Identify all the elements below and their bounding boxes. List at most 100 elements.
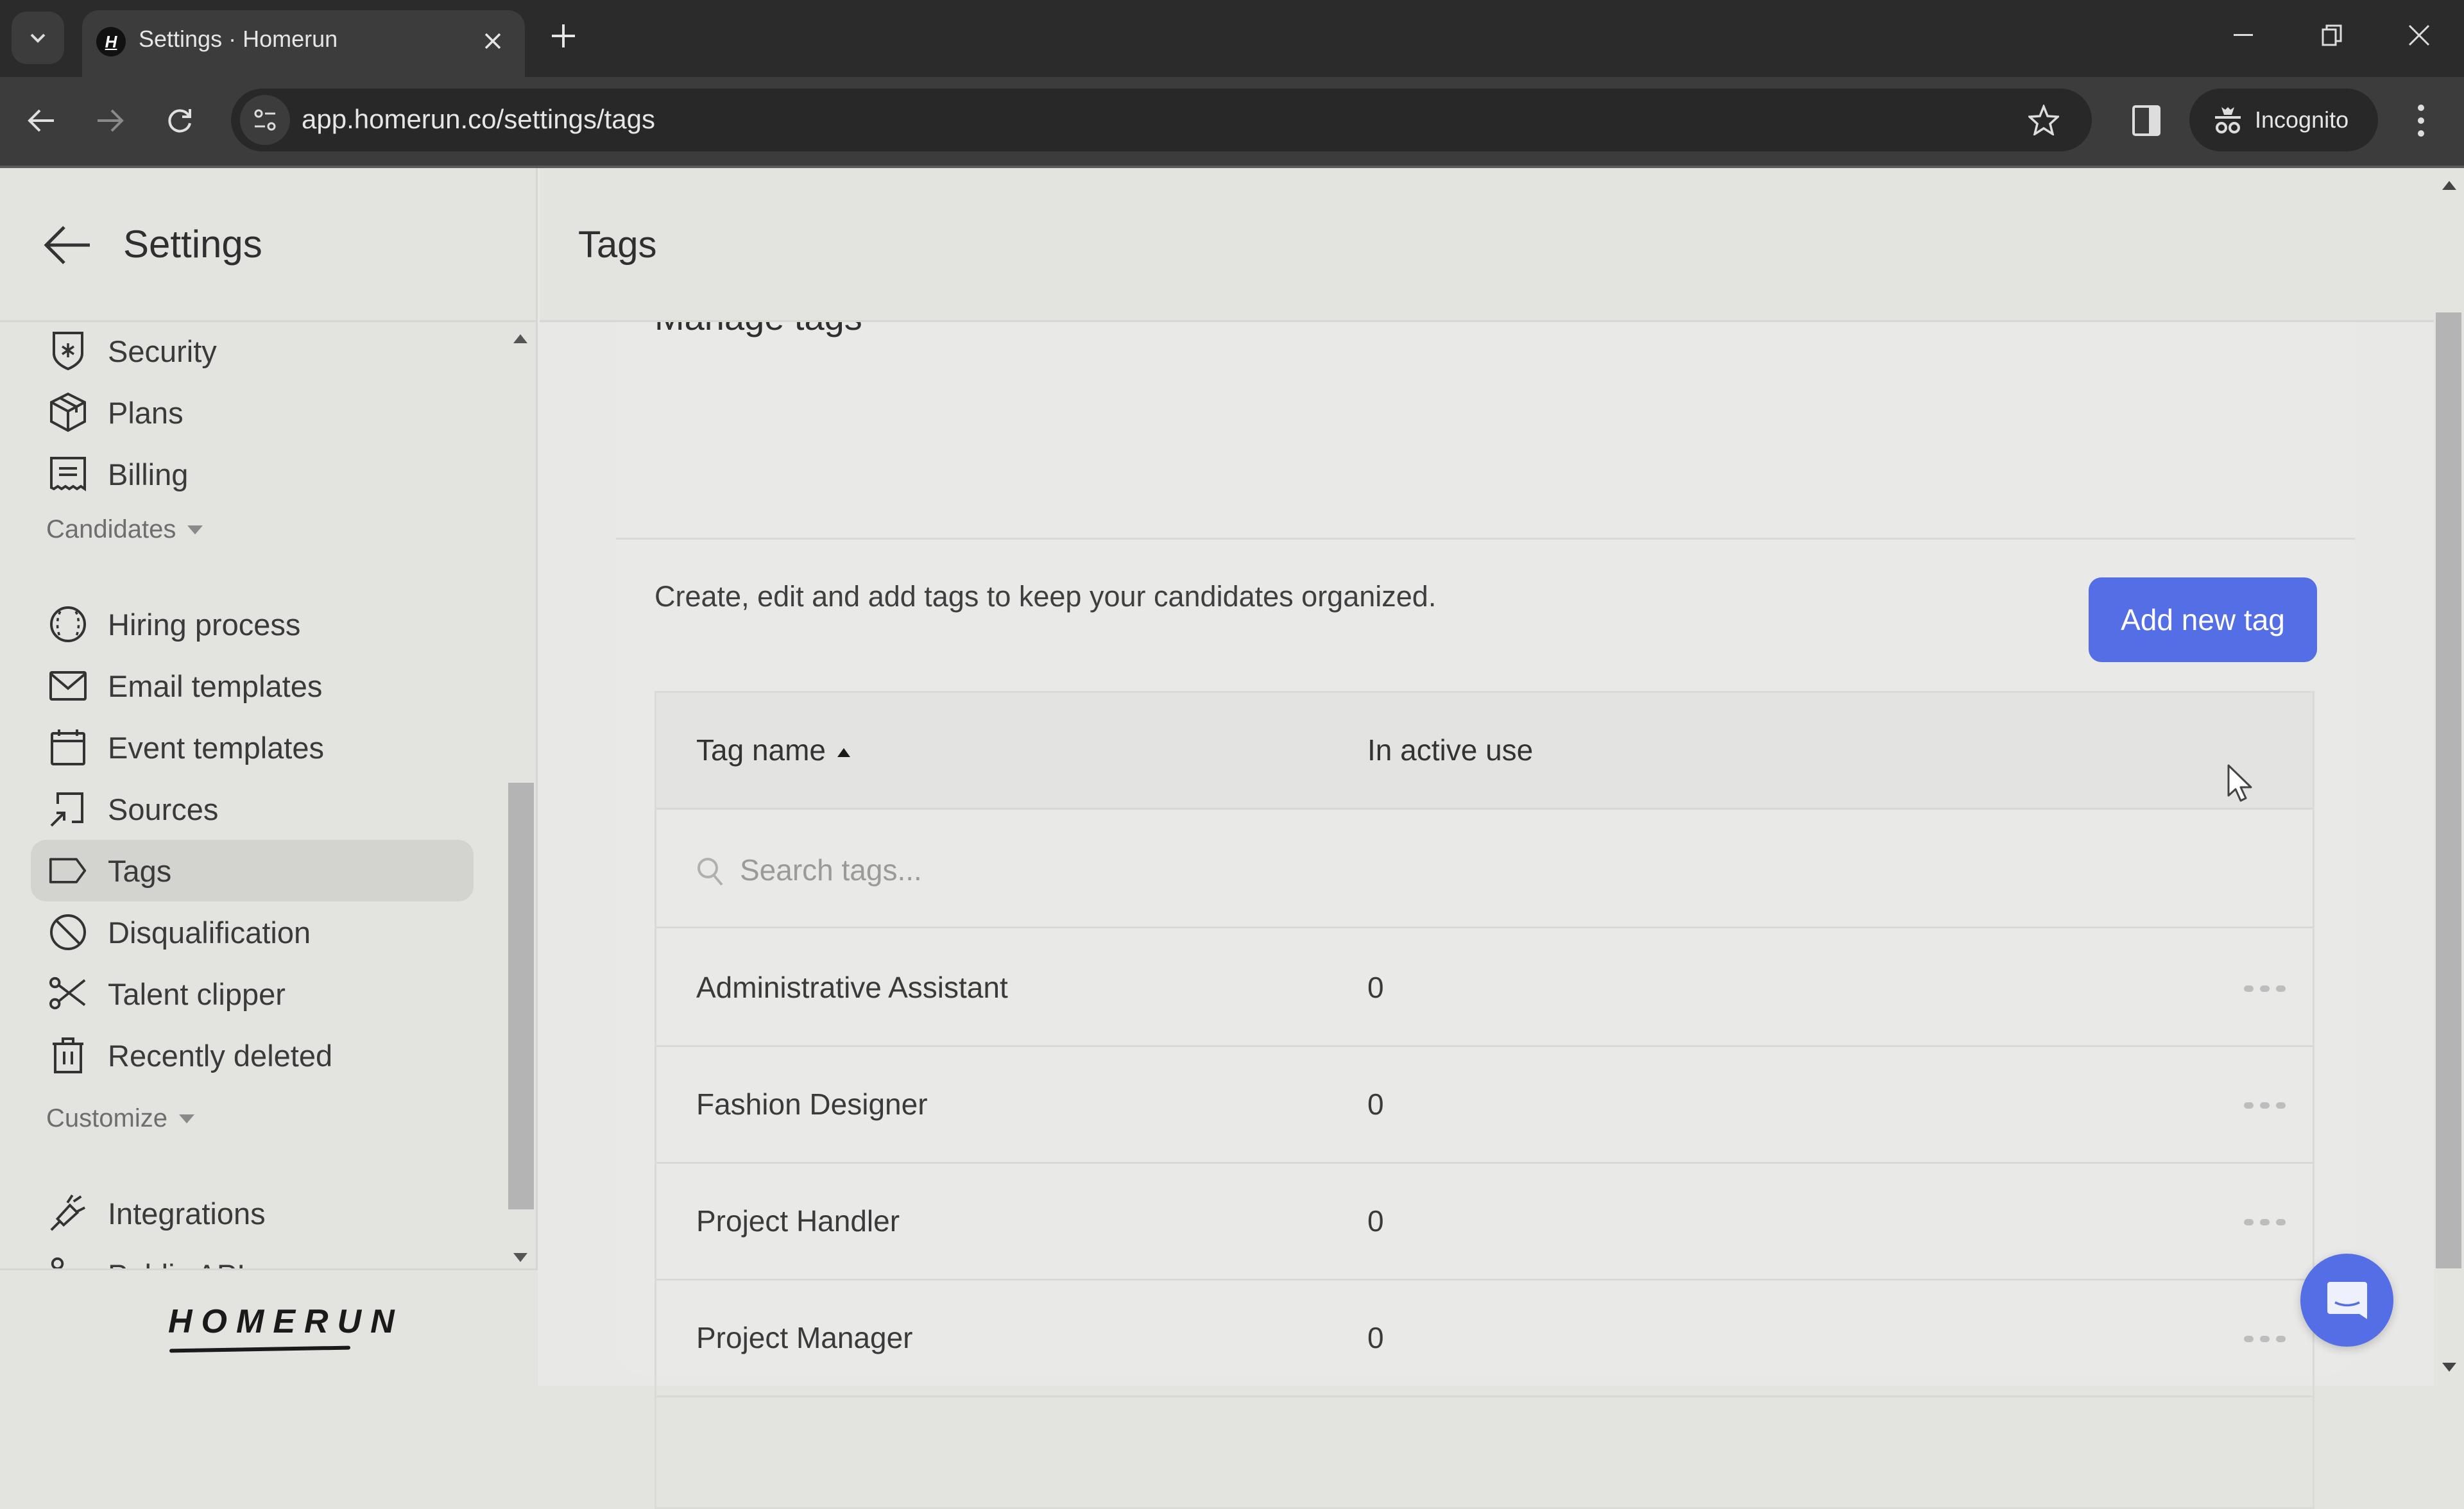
browser-menu-button[interactable]	[2399, 96, 2443, 145]
ban-icon	[49, 913, 87, 951]
more-dots-icon	[2260, 985, 2270, 992]
browser-tab[interactable]: H Settings · Homerun	[82, 10, 525, 77]
sidebar-section-candidates[interactable]: Candidates	[46, 515, 203, 544]
mouse-cursor-icon	[2227, 764, 2252, 802]
sidebar-item-sources[interactable]: Sources	[31, 778, 474, 840]
incognito-label: Incognito	[2255, 107, 2349, 133]
sidebar-section-customize[interactable]: Customize	[46, 1104, 194, 1133]
sidebar-item-plans[interactable]: Plans	[31, 382, 474, 443]
sidebar-item-hiring-process[interactable]: Hiring process	[31, 593, 474, 655]
tab-list-button[interactable]	[12, 12, 64, 64]
sidebar-item-billing[interactable]: Billing	[31, 443, 474, 505]
close-window-icon	[2408, 24, 2430, 46]
sidebar-item-label: Tags	[108, 853, 172, 888]
sidebar-item-talent-clipper[interactable]: Talent clipper	[31, 963, 474, 1025]
more-dots-icon	[2260, 1219, 2270, 1225]
dot	[2418, 117, 2424, 124]
plus-icon	[552, 24, 575, 47]
scissors-icon	[49, 975, 87, 1013]
dot	[2418, 130, 2424, 137]
search-tags-input[interactable]	[740, 848, 1702, 892]
table-row[interactable]: Project Manager 0	[656, 1281, 2313, 1397]
sidebar-item-security[interactable]: Security	[31, 324, 474, 382]
sidebar-item-label: Integrations	[108, 1196, 266, 1231]
trash-icon	[49, 1036, 87, 1075]
tag-name: Administrative Assistant	[696, 971, 1008, 1004]
page-title: Tags	[578, 224, 657, 266]
sidebar-item-label: Security	[108, 334, 217, 368]
scroll-down-arrow-icon[interactable]	[513, 1253, 527, 1262]
forward-button[interactable]	[85, 95, 136, 146]
more-dots-icon	[2260, 1102, 2270, 1109]
sidebar-item-recently-deleted[interactable]: Recently deleted	[31, 1025, 474, 1086]
sidebar-item-label: Event templates	[108, 730, 325, 765]
sidebar-header: Settings	[0, 168, 538, 322]
sidebar-scrollbar-thumb[interactable]	[508, 783, 534, 1209]
site-info-button[interactable]	[240, 95, 290, 145]
section-label: Candidates	[46, 515, 176, 543]
table-row[interactable]: Administrative Assistant 0	[656, 930, 2313, 1047]
more-dots-icon	[2276, 985, 2286, 992]
page-scrollbar[interactable]	[2434, 168, 2464, 1386]
side-panel-icon	[2132, 105, 2160, 136]
calendar-icon	[49, 728, 87, 767]
sidebar-item-label: Disqualification	[108, 915, 311, 950]
homerun-favicon-icon: H	[96, 27, 126, 56]
new-tab-button[interactable]	[544, 17, 583, 55]
more-dots-icon	[2244, 1336, 2254, 1342]
back-to-app-button[interactable]	[42, 219, 94, 271]
sidebar-item-label: Billing	[108, 457, 189, 491]
back-button[interactable]	[15, 95, 67, 146]
chat-support-button[interactable]	[2300, 1254, 2393, 1347]
star-icon	[2028, 105, 2059, 135]
row-actions-button[interactable]	[2244, 1213, 2286, 1232]
row-actions-button[interactable]	[2244, 979, 2286, 998]
tag-icon	[49, 851, 87, 890]
column-header-tag-name[interactable]: Tag name	[696, 733, 851, 767]
url-text[interactable]: app.homerun.co/settings/tags	[302, 104, 655, 135]
tab-title: Settings · Homerun	[139, 26, 338, 52]
column-header-in-active-use[interactable]: In active use	[1367, 733, 1533, 767]
table-row[interactable]: Project Handler 0	[656, 1164, 2313, 1281]
sidebar-item-event-templates[interactable]: Event templates	[31, 717, 474, 778]
sidebar-item-email-templates[interactable]: Email templates	[31, 655, 474, 717]
bookmark-button[interactable]	[2021, 98, 2066, 142]
address-bar[interactable]: app.homerun.co/settings/tags	[231, 89, 2092, 151]
sidebar-item-disqualification[interactable]: Disqualification	[31, 901, 474, 963]
source-arrow-icon	[49, 790, 87, 828]
table-row[interactable]: Fashion Designer 0	[656, 1047, 2313, 1164]
caret-down-icon	[178, 1114, 194, 1123]
tags-table: Tag name In active use Administrative As…	[654, 691, 2314, 1509]
incognito-indicator[interactable]: Incognito	[2189, 89, 2378, 151]
sidebar-footer: HOMERUN	[0, 1268, 538, 1386]
sidebar-item-label: Sources	[108, 792, 219, 826]
minimize-window-button[interactable]	[2211, 13, 2275, 58]
incognito-icon	[2215, 107, 2241, 133]
tag-usage-count: 0	[1367, 1321, 1384, 1354]
browser-tab-bar: H Settings · Homerun	[0, 0, 2464, 77]
plug-icon	[49, 1194, 87, 1232]
sidebar-item-integrations[interactable]: Integrations	[31, 1182, 474, 1244]
sidebar-item-tags[interactable]: Tags	[31, 840, 474, 901]
scroll-down-arrow-icon[interactable]	[2442, 1363, 2456, 1372]
page-scrollbar-thumb[interactable]	[2436, 312, 2461, 1268]
more-dots-icon	[2276, 1102, 2286, 1109]
section-label: Customize	[46, 1104, 167, 1132]
add-new-tag-button[interactable]: Add new tag	[2089, 577, 2317, 662]
close-window-button[interactable]	[2387, 13, 2451, 58]
search-row	[656, 812, 2313, 928]
reload-icon	[168, 109, 191, 133]
scroll-up-arrow-icon[interactable]	[513, 334, 527, 343]
tag-usage-count: 0	[1367, 971, 1384, 1004]
arrow-left-icon	[44, 226, 90, 264]
sidebar-scrollbar[interactable]	[506, 324, 535, 1274]
more-dots-icon	[2244, 1219, 2254, 1225]
reload-button[interactable]	[154, 95, 205, 146]
row-actions-button[interactable]	[2244, 1096, 2286, 1115]
side-panel-button[interactable]	[2124, 96, 2169, 145]
arrow-left-icon	[28, 109, 54, 132]
scroll-up-arrow-icon[interactable]	[2442, 181, 2456, 190]
restore-window-button[interactable]	[2300, 13, 2364, 58]
row-actions-button[interactable]	[2244, 1329, 2286, 1349]
tab-close-button[interactable]	[474, 22, 512, 60]
